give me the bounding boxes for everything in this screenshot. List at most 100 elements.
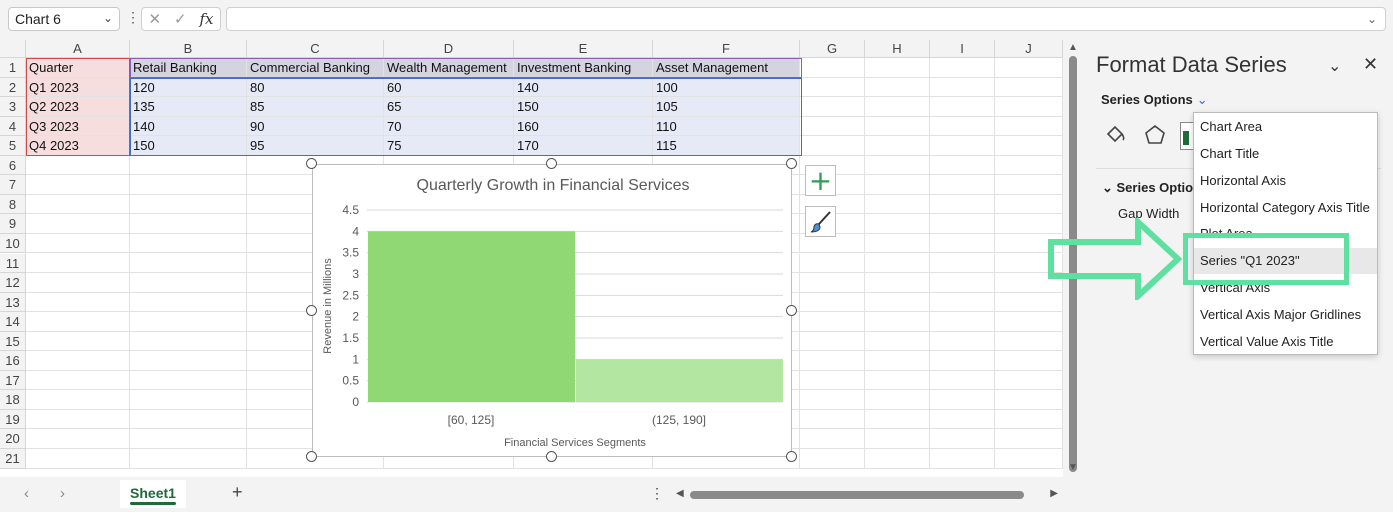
cell[interactable] — [995, 97, 1063, 117]
data-cell[interactable]: Q2 2023 — [26, 97, 130, 117]
header-cell[interactable]: Retail Banking — [130, 58, 247, 78]
cell[interactable] — [26, 331, 130, 352]
data-cell[interactable]: 115 — [653, 136, 800, 156]
dropdown-item[interactable]: Vertical Value Axis Title — [1194, 329, 1377, 355]
cell[interactable] — [800, 292, 865, 313]
row-header-5[interactable]: 5 — [0, 136, 26, 156]
cell[interactable] — [26, 449, 130, 469]
row-header-14[interactable]: 14 — [0, 312, 26, 332]
data-cell[interactable]: 100 — [653, 77, 800, 98]
row-header-7[interactable]: 7 — [0, 175, 26, 195]
cell[interactable] — [865, 312, 930, 332]
column-header-i[interactable]: I — [930, 40, 995, 58]
cell[interactable] — [800, 312, 865, 332]
cell[interactable] — [800, 351, 865, 371]
column-header-j[interactable]: J — [995, 40, 1063, 58]
row-header-3[interactable]: 3 — [0, 97, 26, 117]
cell[interactable] — [130, 370, 247, 391]
cell[interactable] — [995, 331, 1063, 352]
row-header-2[interactable]: 2 — [0, 77, 26, 98]
cell[interactable] — [130, 409, 247, 430]
column-header-c[interactable]: C — [247, 40, 384, 58]
cell[interactable] — [130, 233, 247, 254]
cell[interactable] — [130, 390, 247, 410]
formula-input[interactable]: ⌄ — [226, 7, 1386, 31]
column-header-g[interactable]: G — [800, 40, 865, 58]
cell[interactable] — [930, 214, 995, 234]
cell[interactable] — [800, 136, 865, 156]
cell[interactable] — [130, 253, 247, 274]
data-cell[interactable]: 95 — [247, 136, 384, 156]
column-header-b[interactable]: B — [130, 40, 247, 58]
row-header-15[interactable]: 15 — [0, 331, 26, 352]
cell[interactable] — [865, 390, 930, 410]
data-cell[interactable]: 110 — [653, 116, 800, 137]
name-box[interactable]: Chart 6 ⌄ — [8, 7, 120, 31]
data-cell[interactable]: 60 — [384, 77, 514, 98]
cell[interactable] — [995, 194, 1063, 215]
cell[interactable] — [26, 409, 130, 430]
data-cell[interactable]: 70 — [384, 116, 514, 137]
cell[interactable] — [26, 233, 130, 254]
cell[interactable] — [26, 312, 130, 332]
cell[interactable] — [130, 351, 247, 371]
row-header-20[interactable]: 20 — [0, 429, 26, 449]
cell[interactable] — [930, 292, 995, 313]
chevron-right-icon[interactable]: › — [60, 485, 65, 502]
cell[interactable] — [800, 58, 865, 78]
resize-handle[interactable] — [546, 451, 557, 462]
cell[interactable] — [930, 136, 995, 156]
cell[interactable] — [930, 253, 995, 274]
pentagon-icon[interactable] — [1141, 122, 1169, 150]
data-cell[interactable]: 90 — [247, 116, 384, 137]
close-icon[interactable]: ✕ — [1363, 54, 1378, 75]
cell[interactable] — [995, 58, 1063, 78]
resize-handle[interactable] — [786, 158, 797, 169]
header-cell[interactable]: Wealth Management — [384, 58, 514, 78]
more-icon[interactable]: ⋮ — [126, 9, 140, 26]
cell[interactable] — [800, 370, 865, 391]
cell[interactable] — [800, 273, 865, 293]
row-header-8[interactable]: 8 — [0, 194, 26, 215]
data-cell[interactable]: 150 — [130, 136, 247, 156]
data-cell[interactable]: 140 — [130, 116, 247, 137]
cell[interactable] — [930, 312, 995, 332]
cell[interactable] — [130, 312, 247, 332]
data-cell[interactable]: Q1 2023 — [26, 77, 130, 98]
chart-styles-button[interactable] — [805, 206, 836, 237]
cell[interactable] — [130, 292, 247, 313]
more-icon[interactable]: ⋮ — [650, 485, 664, 502]
data-cell[interactable]: Q3 2023 — [26, 116, 130, 137]
cell[interactable] — [995, 449, 1063, 469]
cell[interactable] — [26, 214, 130, 234]
cell[interactable] — [865, 175, 930, 195]
header-cell[interactable]: Quarter — [26, 58, 130, 78]
row-header-4[interactable]: 4 — [0, 116, 26, 137]
cell[interactable] — [130, 273, 247, 293]
row-header-17[interactable]: 17 — [0, 370, 26, 391]
data-cell[interactable]: 105 — [653, 97, 800, 117]
sheet-tab-sheet1[interactable]: Sheet1 — [120, 480, 186, 508]
cell[interactable] — [26, 429, 130, 449]
cell[interactable] — [130, 194, 247, 215]
dropdown-item[interactable]: Vertical Axis Major Gridlines — [1194, 302, 1377, 328]
chevron-left-icon[interactable]: ‹ — [24, 485, 29, 502]
data-cell[interactable]: 140 — [514, 77, 653, 98]
cell[interactable] — [930, 116, 995, 137]
cell[interactable] — [800, 409, 865, 430]
cell[interactable] — [865, 136, 930, 156]
row-header-16[interactable]: 16 — [0, 351, 26, 371]
cell[interactable] — [800, 429, 865, 449]
column-header-d[interactable]: D — [384, 40, 514, 58]
data-cell[interactable]: 170 — [514, 136, 653, 156]
column-header-a[interactable]: A — [26, 40, 130, 58]
cell[interactable] — [865, 233, 930, 254]
cell[interactable] — [930, 58, 995, 78]
data-cell[interactable]: 150 — [514, 97, 653, 117]
cell[interactable] — [26, 273, 130, 293]
cell[interactable] — [865, 331, 930, 352]
resize-handle[interactable] — [306, 305, 317, 316]
row-header-11[interactable]: 11 — [0, 253, 26, 274]
cell[interactable] — [930, 390, 995, 410]
cell[interactable] — [800, 97, 865, 117]
